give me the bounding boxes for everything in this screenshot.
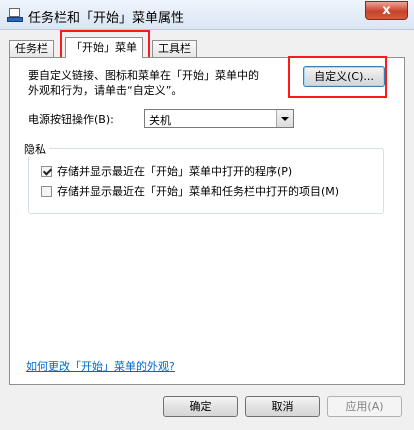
privacy-group-title: 隐私 [21, 141, 49, 157]
taskbar-properties-icon [7, 8, 23, 22]
title-bar[interactable]: 任务栏和「开始」菜单属性 x [0, 0, 414, 30]
tab-strip: 任务栏 「开始」菜单 工具栏 [9, 37, 405, 58]
ok-button[interactable]: 确定 [163, 396, 238, 417]
checkbox-programs[interactable] [41, 166, 52, 177]
tab-start-menu[interactable]: 「开始」菜单 [65, 37, 143, 58]
tab-taskbar[interactable]: 任务栏 [9, 40, 54, 57]
privacy-group: 存储并显示最近在「开始」菜单中打开的程序(P) 存储并显示最近在「开始」菜单和任… [28, 148, 384, 214]
window-title: 任务栏和「开始」菜单属性 [28, 11, 185, 26]
start-menu-panel: 要自定义链接、图标和菜单在「开始」菜单中的 外观和行为，请单击“自定义”。 自定… [9, 57, 405, 385]
close-button[interactable]: x [365, 1, 408, 20]
chevron-down-icon[interactable] [276, 110, 293, 127]
apply-button[interactable]: 应用(A) [327, 396, 402, 417]
cancel-button[interactable]: 取消 [245, 396, 320, 417]
tab-toolbars[interactable]: 工具栏 [152, 40, 197, 57]
power-button-select[interactable]: 关机 [144, 109, 294, 128]
privacy-option-items[interactable]: 存储并显示最近在「开始」菜单和任务栏中打开的项目(M) [41, 183, 339, 199]
help-link[interactable]: 如何更改「开始」菜单的外观? [26, 358, 175, 374]
power-button-label: 电源按钮操作(B): [28, 113, 114, 126]
customize-button[interactable]: 自定义(C)... [303, 66, 385, 87]
power-button-value: 关机 [149, 114, 171, 127]
checkbox-items[interactable] [41, 186, 52, 197]
intro-text: 要自定义链接、图标和菜单在「开始」菜单中的 外观和行为，请单击“自定义”。 [28, 69, 259, 97]
privacy-option-programs[interactable]: 存储并显示最近在「开始」菜单中打开的程序(P) [41, 163, 292, 179]
